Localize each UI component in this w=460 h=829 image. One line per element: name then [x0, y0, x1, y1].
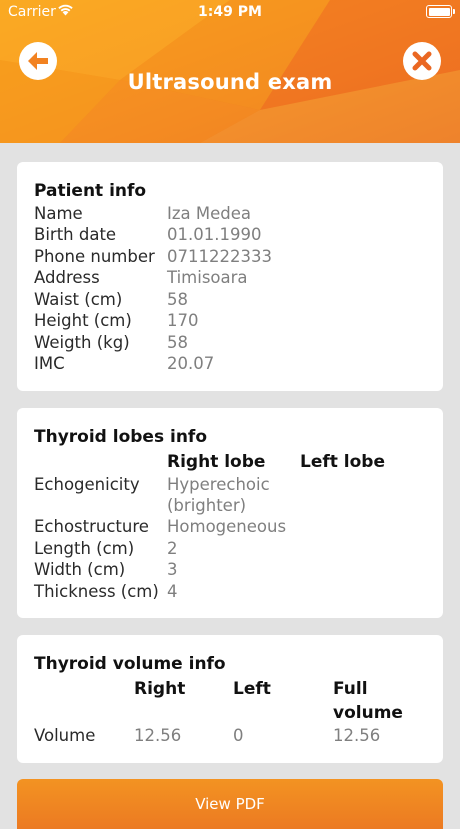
view-pdf-button[interactable]: View PDF — [17, 779, 443, 829]
patient-name-value: Iza Medea — [167, 204, 252, 223]
volume-full-column-header: Full — [333, 679, 368, 699]
height-label: Height (cm) — [34, 311, 132, 330]
battery-icon — [426, 5, 455, 18]
length-right-value: 2 — [167, 539, 178, 558]
page-title: Ultrasound exam — [127, 70, 333, 94]
width-right-value: 3 — [167, 560, 178, 579]
imc-value: 20.07 — [167, 354, 215, 373]
waist-label: Waist (cm) — [34, 290, 123, 309]
volume-full-column-header-line2: volume — [333, 703, 403, 723]
volume-right-value: 12.56 — [134, 726, 182, 745]
right-lobe-column-header: Right lobe — [167, 452, 266, 472]
echogenicity-label: Echogenicity — [34, 475, 140, 494]
echogenicity-right-value-line2: (brighter) — [167, 496, 247, 515]
weight-value: 58 — [167, 333, 188, 352]
clock: 1:49 PM — [198, 4, 262, 20]
phone-number-label: Phone number — [34, 247, 155, 266]
thyroid-lobes-card: Thyroid lobes info Right lobe Left lobe … — [17, 408, 443, 618]
phone-number-value: 0711222333 — [167, 247, 272, 266]
imc-label: IMC — [34, 354, 65, 373]
volume-right-column-header: Right — [134, 679, 186, 699]
address-value: Timisoara — [167, 268, 248, 287]
volume-left-column-header: Left — [233, 679, 271, 699]
echostructure-label: Echostructure — [34, 517, 149, 536]
header: Carrier 1:49 PM Ultrasound exam — [0, 0, 460, 143]
width-label: Width (cm) — [34, 560, 126, 579]
echogenicity-right-value: Hyperechoic — [167, 475, 270, 494]
height-value: 170 — [167, 311, 199, 330]
patient-name-label: Name — [34, 204, 83, 223]
address-label: Address — [34, 268, 100, 287]
close-button[interactable] — [403, 42, 441, 80]
waist-value: 58 — [167, 290, 188, 309]
echostructure-right-value: Homogeneous — [167, 517, 287, 536]
volume-left-value: 0 — [233, 726, 244, 745]
birth-date-value: 01.01.1990 — [167, 225, 262, 244]
thyroid-lobes-heading: Thyroid lobes info — [34, 427, 208, 447]
thyroid-volume-card: Thyroid volume info Right Left Full volu… — [17, 635, 443, 763]
thyroid-volume-heading: Thyroid volume info — [34, 654, 226, 674]
length-label: Length (cm) — [34, 539, 135, 558]
close-x-icon — [412, 51, 432, 71]
status-bar: Carrier 1:49 PM — [0, 0, 460, 24]
weight-label: Weigth (kg) — [34, 333, 130, 352]
patient-info-card: Patient info Name Iza Medea Birth date 0… — [17, 162, 443, 391]
volume-label: Volume — [34, 726, 96, 745]
thickness-label: Thickness (cm) — [34, 582, 159, 601]
patient-info-heading: Patient info — [34, 181, 147, 201]
arrow-left-icon — [28, 52, 48, 70]
birth-date-label: Birth date — [34, 225, 117, 244]
left-lobe-column-header: Left lobe — [300, 452, 386, 472]
volume-full-value: 12.56 — [333, 726, 381, 745]
thickness-right-value: 4 — [167, 582, 178, 601]
